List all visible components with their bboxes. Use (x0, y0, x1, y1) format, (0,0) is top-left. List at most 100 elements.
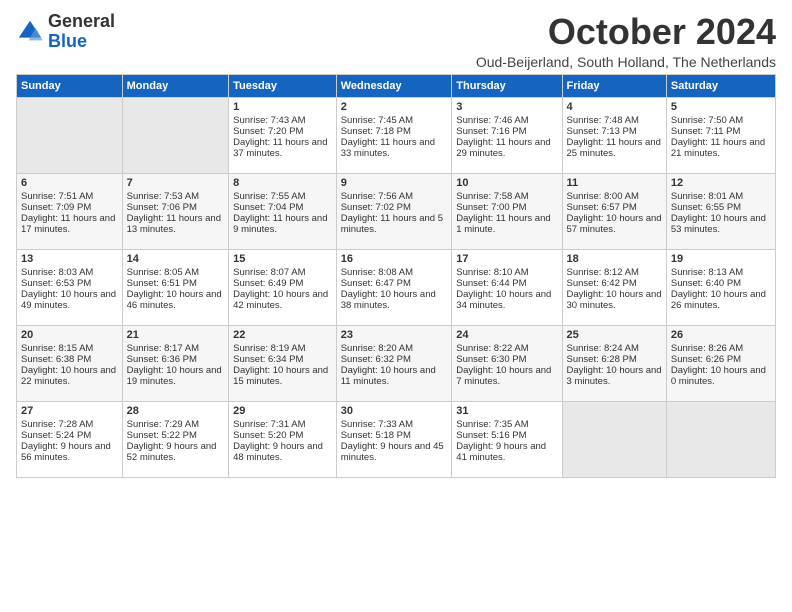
week-row-3: 20Sunrise: 8:15 AMSunset: 6:38 PMDayligh… (17, 325, 776, 401)
day-cell: 8Sunrise: 7:55 AMSunset: 7:04 PMDaylight… (229, 173, 337, 249)
day-cell: 2Sunrise: 7:45 AMSunset: 7:18 PMDaylight… (336, 97, 452, 173)
sunrise-text: Sunrise: 7:58 AM (456, 191, 557, 202)
day-cell: 19Sunrise: 8:13 AMSunset: 6:40 PMDayligh… (666, 249, 775, 325)
day-cell: 25Sunrise: 8:24 AMSunset: 6:28 PMDayligh… (562, 325, 666, 401)
daylight-text: Daylight: 11 hours and 37 minutes. (233, 137, 332, 159)
day-cell: 5Sunrise: 7:50 AMSunset: 7:11 PMDaylight… (666, 97, 775, 173)
title-block: October 2024 Oud-Beijerland, South Holla… (476, 12, 776, 70)
sunset-text: Sunset: 6:32 PM (341, 354, 448, 365)
daylight-text: Daylight: 10 hours and 3 minutes. (567, 365, 662, 387)
sunset-text: Sunset: 6:36 PM (127, 354, 225, 365)
day-cell: 14Sunrise: 8:05 AMSunset: 6:51 PMDayligh… (122, 249, 229, 325)
sunset-text: Sunset: 5:18 PM (341, 430, 448, 441)
day-cell: 18Sunrise: 8:12 AMSunset: 6:42 PMDayligh… (562, 249, 666, 325)
day-number: 28 (127, 405, 225, 417)
week-row-0: 1Sunrise: 7:43 AMSunset: 7:20 PMDaylight… (17, 97, 776, 173)
daylight-text: Daylight: 10 hours and 0 minutes. (671, 365, 771, 387)
day-cell: 31Sunrise: 7:35 AMSunset: 5:16 PMDayligh… (452, 401, 562, 477)
daylight-text: Daylight: 11 hours and 21 minutes. (671, 137, 771, 159)
sunrise-text: Sunrise: 8:20 AM (341, 343, 448, 354)
sunrise-text: Sunrise: 8:24 AM (567, 343, 662, 354)
sunset-text: Sunset: 7:20 PM (233, 126, 332, 137)
sunrise-text: Sunrise: 7:35 AM (456, 419, 557, 430)
sunset-text: Sunset: 6:51 PM (127, 278, 225, 289)
day-cell (666, 401, 775, 477)
sunset-text: Sunset: 7:16 PM (456, 126, 557, 137)
daylight-text: Daylight: 10 hours and 38 minutes. (341, 289, 448, 311)
day-cell: 15 Sunrise: 8:07 AMSunset: 6:49 PMDayligh… (229, 249, 337, 325)
day-cell: 9Sunrise: 7:56 AMSunset: 7:02 PMDaylight… (336, 173, 452, 249)
daylight-text: Daylight: 10 hours and 26 minutes. (671, 289, 771, 311)
day-cell (122, 97, 229, 173)
sunrise-text: Sunrise: 7:29 AM (127, 419, 225, 430)
daylight-text: Daylight: 11 hours and 29 minutes. (456, 137, 557, 159)
sunset-text: Sunset: 6:57 PM (567, 202, 662, 213)
day-number: 11 (567, 177, 662, 189)
col-wednesday: Wednesday (336, 74, 452, 97)
day-number: 21 (127, 329, 225, 341)
day-number: 19 (671, 253, 771, 265)
sunset-text: Sunset: 6:34 PM (233, 354, 332, 365)
sunrise-text: Sunrise: 8:17 AM (127, 343, 225, 354)
day-number: 24 (456, 329, 557, 341)
sunset-text: Sunset: 7:09 PM (21, 202, 118, 213)
sunrise-text: Sunrise: 7:33 AM (341, 419, 448, 430)
sunset-text: Sunset: 6:44 PM (456, 278, 557, 289)
sunrise-text: Sunrise: 8:07 AM (233, 267, 332, 278)
header-row: Sunday Monday Tuesday Wednesday Thursday… (17, 74, 776, 97)
col-friday: Friday (562, 74, 666, 97)
day-cell: 12 Sunrise: 8:01 AMSunset: 6:55 PMDayligh… (666, 173, 775, 249)
logo-general: General (48, 11, 115, 31)
daylight-text: Daylight: 9 hours and 56 minutes. (21, 441, 118, 463)
day-number: 18 (567, 253, 662, 265)
sunset-text: Sunset: 6:26 PM (671, 354, 771, 365)
daylight-text: Daylight: 10 hours and 57 minutes. (567, 213, 662, 235)
day-cell: 3Sunrise: 7:46 AMSunset: 7:16 PMDaylight… (452, 97, 562, 173)
sunrise-text: Sunrise: 7:48 AM (567, 115, 662, 126)
day-number: 12 (671, 177, 771, 189)
day-cell: 20Sunrise: 8:15 AMSunset: 6:38 PMDayligh… (17, 325, 123, 401)
day-number: 16 (341, 253, 448, 265)
sunset-text: Sunset: 6:55 PM (671, 202, 771, 213)
sunrise-text: Sunrise: 7:45 AM (341, 115, 448, 126)
daylight-text: Daylight: 10 hours and 34 minutes. (456, 289, 557, 311)
daylight-text: Daylight: 11 hours and 9 minutes. (233, 213, 332, 235)
sunset-text: Sunset: 6:30 PM (456, 354, 557, 365)
day-number: 7 (127, 177, 225, 189)
sunrise-text: Sunrise: 8:01 AM (671, 191, 771, 202)
day-cell: 21 Sunrise: 8:17 AMSunset: 6:36 PMDayligh… (122, 325, 229, 401)
daylight-text: Daylight: 10 hours and 19 minutes. (127, 365, 225, 387)
day-cell: 30Sunrise: 7:33 AMSunset: 5:18 PMDayligh… (336, 401, 452, 477)
day-number: 15 (233, 253, 332, 265)
logo: General Blue (16, 12, 115, 52)
sunrise-text: Sunrise: 8:15 AM (21, 343, 118, 354)
sunset-text: Sunset: 7:18 PM (341, 126, 448, 137)
week-row-4: 27Sunrise: 7:28 AMSunset: 5:24 PMDayligh… (17, 401, 776, 477)
sunset-text: Sunset: 6:47 PM (341, 278, 448, 289)
daylight-text: Daylight: 10 hours and 42 minutes. (233, 289, 332, 311)
day-cell: 16Sunrise: 8:08 AMSunset: 6:47 PMDayligh… (336, 249, 452, 325)
day-number: 27 (21, 405, 118, 417)
sunrise-text: Sunrise: 7:55 AM (233, 191, 332, 202)
page: General Blue October 2024 Oud-Beijerland… (0, 0, 792, 486)
sunrise-text: Sunrise: 8:05 AM (127, 267, 225, 278)
sunset-text: Sunset: 6:49 PM (233, 278, 332, 289)
day-cell: 27Sunrise: 7:28 AMSunset: 5:24 PMDayligh… (17, 401, 123, 477)
daylight-text: Daylight: 10 hours and 11 minutes. (341, 365, 448, 387)
day-cell: 13Sunrise: 8:03 AMSunset: 6:53 PMDayligh… (17, 249, 123, 325)
daylight-text: Daylight: 10 hours and 22 minutes. (21, 365, 118, 387)
sunrise-text: Sunrise: 7:51 AM (21, 191, 118, 202)
logo-icon (16, 18, 44, 46)
day-cell: 11Sunrise: 8:00 AMSunset: 6:57 PMDayligh… (562, 173, 666, 249)
day-cell: 28Sunrise: 7:29 AMSunset: 5:22 PMDayligh… (122, 401, 229, 477)
sunrise-text: Sunrise: 7:28 AM (21, 419, 118, 430)
day-number: 9 (341, 177, 448, 189)
daylight-text: Daylight: 10 hours and 53 minutes. (671, 213, 771, 235)
day-number: 4 (567, 101, 662, 113)
daylight-text: Daylight: 11 hours and 17 minutes. (21, 213, 118, 235)
sunset-text: Sunset: 7:04 PM (233, 202, 332, 213)
subtitle: Oud-Beijerland, South Holland, The Nethe… (476, 54, 776, 70)
day-cell (562, 401, 666, 477)
daylight-text: Daylight: 11 hours and 5 minutes. (341, 213, 448, 235)
sunset-text: Sunset: 6:38 PM (21, 354, 118, 365)
